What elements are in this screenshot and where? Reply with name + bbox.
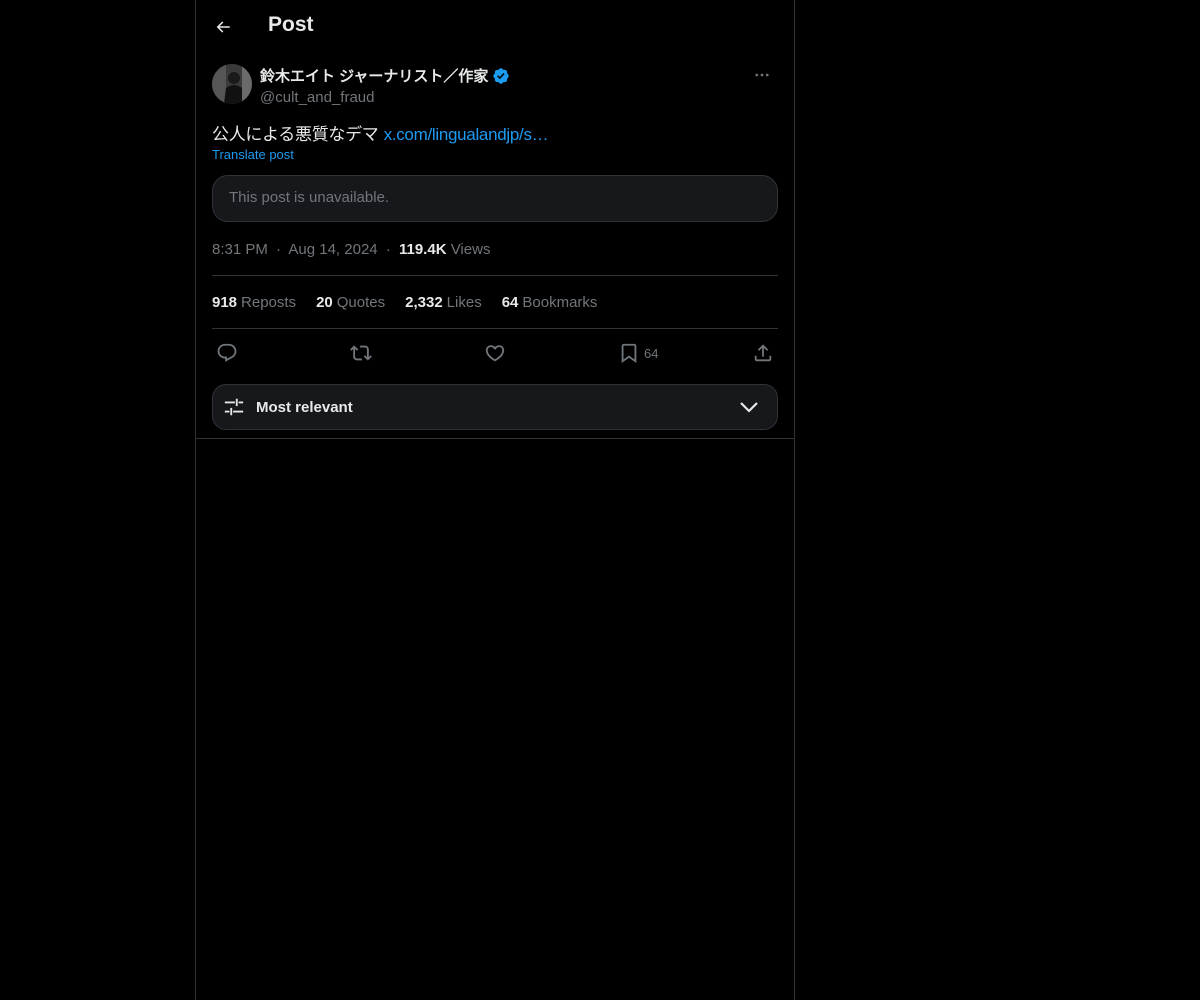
arrow-left-icon [216,21,230,33]
share-icon [754,344,772,362]
verified-badge-icon [493,67,510,84]
main-column: Post 鈴木エイト ジャーナリスト／作家 @cult_and_fraud 公人… [195,0,795,1000]
divider [212,275,778,276]
reply-button[interactable] [216,339,238,367]
page-title: Post [268,13,314,36]
likes-count: 2,332 [405,294,443,311]
sort-label: Most relevant [256,399,353,416]
post-date[interactable]: Aug 14, 2024 [288,241,377,258]
translate-post-link[interactable]: Translate post [212,147,294,162]
avatar[interactable] [212,64,252,104]
reposts-count: 918 [212,294,238,311]
reposts-label: Reposts [241,294,297,311]
divider [212,328,778,329]
post-meta: 8:31 PM · Aug 14, 2024 · 119.4K Views [212,241,490,258]
views-label: Views [450,241,491,258]
separator-dot: · [276,241,282,258]
chevron-down-icon [740,402,758,413]
quotes-stat[interactable]: 20 Quotes [316,294,385,311]
separator-dot: · [385,241,391,258]
likes-stat[interactable]: 2,332 Likes [405,294,482,311]
post-body: 公人による悪質なデマ [212,125,379,145]
likes-label: Likes [446,294,482,311]
repost-icon [350,345,372,361]
post-time[interactable]: 8:31 PM [212,241,268,258]
bookmarks-stat[interactable]: 64 Bookmarks [502,294,598,311]
page-header: Post [196,0,794,53]
quoted-post-unavailable: This post is unavailable. [212,175,778,222]
bookmark-button[interactable]: 64 [618,339,658,367]
author-name-row[interactable]: 鈴木エイト ジャーナリスト／作家 [260,65,510,86]
quotes-count: 20 [316,294,333,311]
bookmarks-label: Bookmarks [522,294,598,311]
author-info: 鈴木エイト ジャーナリスト／作家 @cult_and_fraud [260,65,510,106]
reply-icon [217,343,237,362]
author-handle[interactable]: @cult_and_fraud [260,89,510,106]
heart-icon [485,345,505,362]
more-button[interactable] [746,64,778,86]
post-text: 公人による悪質なデマ x.com/lingualandjp/s… [212,120,549,145]
more-icon [755,73,769,77]
post-link[interactable]: x.com/lingualandjp/s… [384,125,549,144]
avatar-image [212,64,252,104]
post-stats: 918 Reposts 20 Quotes 2,332 Likes 64 Bookmar… [212,294,597,311]
bookmark-count: 64 [644,345,659,361]
share-button[interactable] [752,339,774,367]
action-bar: 64 [212,339,778,367]
bookmark-icon [621,343,637,364]
quotes-label: Quotes [336,294,386,311]
back-button[interactable] [206,10,240,44]
reply-sort-dropdown[interactable]: Most relevant [212,384,778,430]
section-divider [196,438,794,439]
repost-button[interactable] [350,339,372,367]
like-button[interactable] [484,339,506,367]
reposts-stat[interactable]: 918 Reposts [212,294,296,311]
sliders-icon [224,398,244,416]
views-count: 119.4K [398,241,447,258]
bookmarks-count: 64 [501,294,519,311]
author-name: 鈴木エイト ジャーナリスト／作家 [260,68,489,85]
